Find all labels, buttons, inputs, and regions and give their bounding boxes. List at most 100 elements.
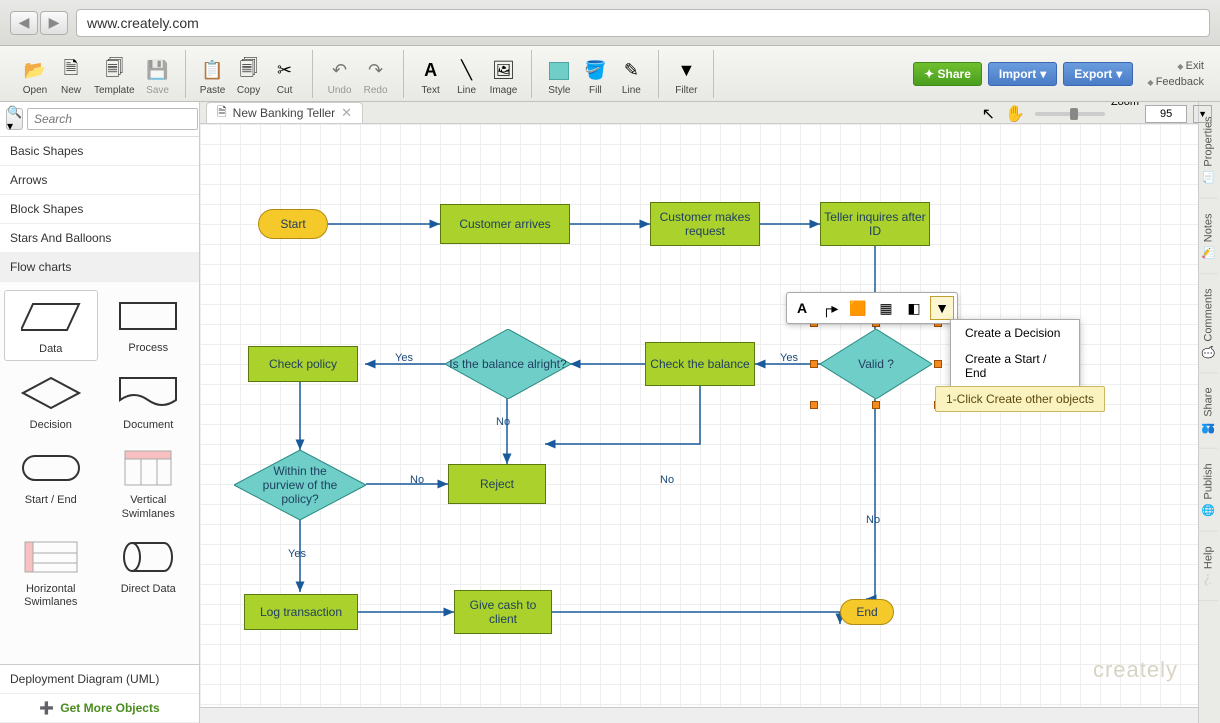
ctx-grid-button[interactable]: ▦ <box>874 296 898 320</box>
filter-icon: ▼ <box>674 59 698 83</box>
horizontal-scrollbar[interactable] <box>200 707 1204 723</box>
canvas-area: 🗎 New Banking Teller ✕ ↖ ✋ Zoom ▼ <box>200 102 1220 723</box>
canvas[interactable]: Start Customer arrives Customer makes re… <box>200 124 1204 707</box>
tab-comments[interactable]: 💬Comments <box>1199 274 1218 374</box>
fill-button[interactable]: 🪣Fill <box>578 57 612 98</box>
tab-notes[interactable]: 📝Notes <box>1199 199 1218 274</box>
node-start[interactable]: Start <box>258 209 328 239</box>
line-style-button[interactable]: ✎Line <box>614 57 648 98</box>
zoom-input[interactable] <box>1145 105 1187 123</box>
shape-direct-data[interactable]: Direct Data <box>102 531 196 613</box>
shape-hswimlanes[interactable]: Horizontal Swimlanes <box>4 531 98 613</box>
ctx-connector-button[interactable]: ┌▸ <box>818 296 842 320</box>
copy-button[interactable]: 🗐Copy <box>232 57 266 98</box>
new-icon: 🗎 <box>59 59 83 83</box>
label-yes-1: Yes <box>780 352 798 364</box>
shape-data[interactable]: Data <box>4 290 98 361</box>
undo-icon: ↶ <box>328 59 352 83</box>
ctx-layers-button[interactable]: 🟧 <box>846 296 870 320</box>
cat-block-shapes[interactable]: Block Shapes <box>0 195 199 224</box>
selection-handles[interactable] <box>814 323 938 405</box>
cat-flow-charts[interactable]: Flow charts <box>0 253 199 282</box>
node-log-tx[interactable]: Log transaction <box>244 594 358 630</box>
cat-basic-shapes[interactable]: Basic Shapes <box>0 137 199 166</box>
share-button[interactable]: ✦ Share <box>913 62 982 86</box>
exit-link[interactable]: Exit <box>1177 60 1204 72</box>
node-reject[interactable]: Reject <box>448 464 546 504</box>
paste-button[interactable]: 📋Paste <box>196 57 230 98</box>
shape-document[interactable]: Document <box>102 367 196 436</box>
shape-start-end[interactable]: Start / End <box>4 442 98 524</box>
redo-icon: ↷ <box>364 59 388 83</box>
main-toolbar: 📂Open 🗎New 🗐Template 💾Save 📋Paste 🗐Copy … <box>0 46 1220 102</box>
creately-logo: creately <box>1093 657 1178 683</box>
save-button[interactable]: 💾Save <box>141 57 175 98</box>
node-teller-id[interactable]: Teller inquires after ID <box>820 202 930 246</box>
node-balance-ok-decision[interactable]: Is the balance alright? <box>445 329 571 399</box>
node-customer-arrives[interactable]: Customer arrives <box>440 204 570 244</box>
text-icon: A <box>419 59 443 83</box>
pointer-tool[interactable]: ↖ <box>982 104 995 124</box>
ctx-more-button[interactable]: ▼ <box>930 296 954 320</box>
tab-help[interactable]: ❔Help <box>1199 532 1218 601</box>
deployment-diagram-cat[interactable]: Deployment Diagram (UML) <box>0 665 199 694</box>
tab-publish[interactable]: 🌐Publish <box>1199 449 1218 532</box>
get-more-objects-button[interactable]: ➕Get More Objects <box>0 694 199 723</box>
label-no-1: No <box>496 416 510 428</box>
ctx-create-button[interactable]: ◧ <box>902 296 926 320</box>
cat-stars-balloons[interactable]: Stars And Balloons <box>0 224 199 253</box>
line-tool-button[interactable]: ╲Line <box>450 57 484 98</box>
zoom-dropdown[interactable]: ▼ <box>1193 105 1212 123</box>
close-tab-button[interactable]: ✕ <box>341 105 352 121</box>
node-within-policy-decision[interactable]: Within the purview of the policy? <box>234 450 366 520</box>
url-bar[interactable]: www.creately.com <box>76 9 1210 37</box>
template-icon: 🗐 <box>102 59 126 83</box>
label-yes-2: Yes <box>395 352 413 364</box>
shape-vswimlanes[interactable]: Vertical Swimlanes <box>102 442 196 524</box>
context-toolbar: A ┌▸ 🟧 ▦ ◧ ▼ <box>786 292 958 324</box>
zoom-slider[interactable] <box>1035 112 1105 116</box>
feedback-link[interactable]: Feedback <box>1147 76 1204 88</box>
copy-icon: 🗐 <box>237 59 261 83</box>
import-button[interactable]: Import ▾ <box>988 62 1057 86</box>
paste-icon: 📋 <box>201 59 225 83</box>
template-button[interactable]: 🗐Template <box>90 57 139 98</box>
export-button[interactable]: Export ▾ <box>1063 62 1133 86</box>
text-tool-button[interactable]: AText <box>414 57 448 98</box>
image-tool-button[interactable]: 🖼Image <box>486 57 522 98</box>
shape-decision[interactable]: Decision <box>4 367 98 436</box>
nav-back-button[interactable]: ◀ <box>10 11 38 35</box>
open-button[interactable]: 📂Open <box>18 57 52 98</box>
ctx-text-button[interactable]: A <box>790 296 814 320</box>
line-icon: ╲ <box>455 59 479 83</box>
node-check-policy[interactable]: Check policy <box>248 346 358 382</box>
right-panel-tabs: 📄Properties 📝Notes 💬Comments 👥Share 🌐Pub… <box>1198 102 1220 723</box>
hand-tool[interactable]: ✋ <box>1005 104 1025 124</box>
browser-bar: ◀ ▶ www.creately.com <box>0 0 1220 46</box>
new-button[interactable]: 🗎New <box>54 57 88 98</box>
search-button[interactable]: 🔍▾ <box>6 108 23 130</box>
document-tab[interactable]: 🗎 New Banking Teller ✕ <box>206 102 363 123</box>
style-icon <box>547 59 571 83</box>
search-input[interactable] <box>27 108 198 130</box>
doc-icon: 🗎 <box>217 103 227 124</box>
cat-arrows[interactable]: Arrows <box>0 166 199 195</box>
shape-process[interactable]: Process <box>102 290 196 361</box>
undo-button[interactable]: ↶Undo <box>323 57 357 98</box>
cut-button[interactable]: ✂Cut <box>268 57 302 98</box>
menu-create-decision[interactable]: Create a Decision <box>951 320 1079 346</box>
plus-icon: ➕ <box>39 701 54 715</box>
menu-create-start-end[interactable]: Create a Start / End <box>951 346 1079 386</box>
node-end[interactable]: End <box>840 599 894 625</box>
redo-button[interactable]: ↷Redo <box>359 57 393 98</box>
filter-button[interactable]: ▼Filter <box>669 57 703 98</box>
node-customer-request[interactable]: Customer makes request <box>650 202 760 246</box>
node-give-cash[interactable]: Give cash to client <box>454 590 552 634</box>
label-yes-3: Yes <box>288 548 306 560</box>
label-no-4: No <box>866 514 880 526</box>
pencil-icon: ✎ <box>619 59 643 83</box>
style-button[interactable]: Style <box>542 57 576 98</box>
tab-share[interactable]: 👥Share <box>1199 373 1218 449</box>
nav-forward-button[interactable]: ▶ <box>40 11 68 35</box>
node-check-balance[interactable]: Check the balance <box>645 342 755 386</box>
